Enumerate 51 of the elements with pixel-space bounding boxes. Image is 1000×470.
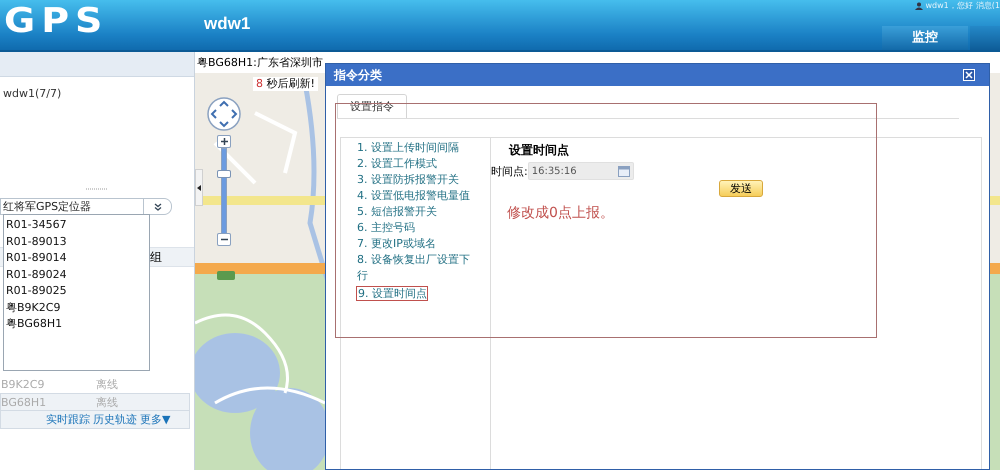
plate-cell-text: B9K2C9	[1, 378, 46, 390]
zoom-out-button[interactable]	[217, 233, 231, 246]
zoom-thumb[interactable]	[217, 170, 231, 178]
pan-control[interactable]	[206, 96, 242, 132]
command-item[interactable]: 2. 设置工作模式	[357, 156, 477, 172]
action-link[interactable]: 更多▼	[140, 412, 170, 427]
dropdown-option[interactable]: R01-89014	[4, 250, 149, 266]
collapse-handle[interactable]	[195, 169, 203, 206]
triangle-left-icon	[197, 184, 201, 190]
header-label: 组	[150, 248, 162, 266]
tree-node[interactable]: wdw1(7/7)	[3, 87, 62, 100]
dropdown-option[interactable]: R01-34567	[4, 217, 149, 234]
command-item[interactable]: 1. 设置上传时间间隔	[357, 140, 477, 156]
send-button[interactable]: 发送	[719, 180, 763, 197]
refresh-notice: 8 秒后刷新!	[253, 77, 318, 91]
field-label: 时间点:	[491, 164, 528, 178]
device-type-select[interactable]: 红将军GPS定位器	[0, 198, 172, 215]
greeting: wdw1，您好	[926, 1, 973, 11]
command-item[interactable]: 4. 设置低电报警电量值	[357, 188, 477, 204]
address-text: 粤BG68H1:广东省深圳市	[197, 56, 323, 69]
time-input[interactable]: 16:35:16	[528, 162, 634, 180]
dropdown-option[interactable]: 粤B9K2C9	[4, 300, 149, 316]
command-item[interactable]: 3. 设置防拆报警开关	[357, 172, 477, 188]
command-item[interactable]: 8. 设备恢复出厂设置下行	[357, 252, 477, 284]
dialog-title: 指令分类	[334, 66, 382, 84]
plate-cell-text: BG68H1	[1, 396, 48, 408]
logo: GPS	[3, 2, 110, 42]
user-title: wdw1	[204, 13, 252, 35]
minus-icon	[220, 236, 228, 243]
dropdown-option[interactable]: R01-89024	[4, 266, 149, 283]
zoom-in-button[interactable]	[217, 135, 231, 148]
splitter-handle[interactable]	[86, 188, 108, 190]
command-item[interactable]: 6. 主控号码	[357, 220, 477, 236]
plus-icon	[220, 138, 228, 145]
action-link[interactable]: 实时跟踪	[46, 412, 90, 427]
status-cell-text: 离线	[96, 394, 119, 410]
dropdown-option[interactable]: R01-89025	[4, 283, 149, 300]
status-cell-text: 离线	[96, 376, 119, 392]
form-heading: 设置时间点	[509, 142, 570, 158]
user-icon	[914, 2, 923, 10]
calendar-icon	[618, 166, 630, 176]
command-item[interactable]: 9. 设置时间点	[356, 286, 428, 301]
action-link[interactable]: 历史轨迹	[93, 412, 137, 427]
dropdown-option[interactable]: 粤BG68H1	[4, 316, 149, 332]
chevron-down-icon	[154, 202, 162, 210]
dropdown-option[interactable]: R01-89013	[4, 234, 149, 250]
command-item[interactable]: 5. 短信报警开关	[357, 204, 477, 220]
annotation-text: 修改成0点上报。	[507, 204, 615, 222]
nav-tab[interactable]: 监控	[882, 26, 968, 50]
close-button[interactable]	[963, 69, 975, 81]
command-item[interactable]: 7. 更改IP或域名	[357, 236, 477, 252]
